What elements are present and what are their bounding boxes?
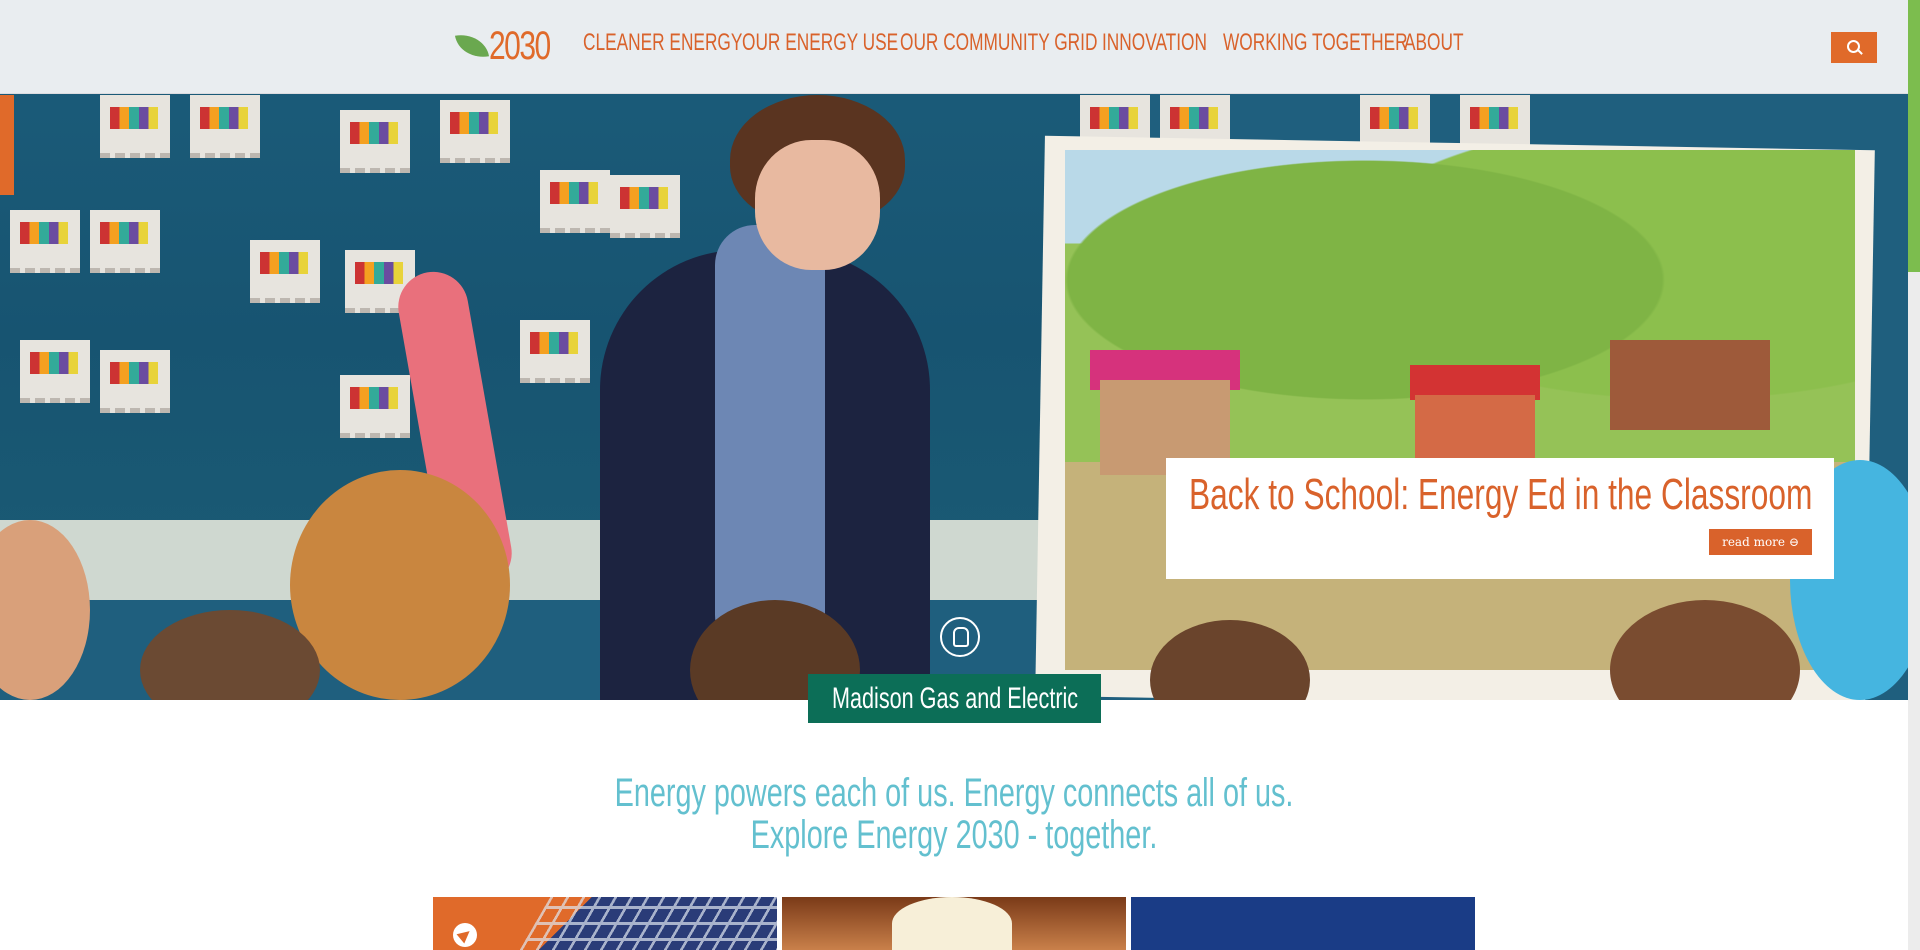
top-navigation-bar: 2030 CLEANER ENERGY OUR ENERGY USE OUR C… (0, 0, 1908, 94)
student-artwork (90, 210, 160, 273)
search-button[interactable] (1831, 32, 1877, 63)
site-logo[interactable]: 2030 (454, 24, 570, 68)
student-artwork (20, 340, 90, 403)
feature-tile-sky[interactable] (1131, 897, 1475, 950)
diorama-building (1610, 340, 1770, 430)
nav-about[interactable]: ABOUT (1404, 26, 1464, 60)
student (140, 610, 320, 700)
logo-text: 2030 (489, 24, 551, 68)
hero-image (0, 0, 1908, 700)
nav-working-together[interactable]: WORKING TOGETHER (1223, 26, 1408, 60)
student-artwork (340, 375, 410, 438)
tagline: Energy powers each of us. Energy connect… (0, 772, 1908, 856)
read-more-button[interactable]: read more ⊖ (1709, 529, 1812, 555)
student-artwork (520, 320, 590, 383)
brand-name: Madison Gas and Electric (832, 682, 1079, 715)
feature-tile-home[interactable] (782, 897, 1126, 950)
student-artwork (100, 350, 170, 413)
solar-panel-image (515, 897, 777, 950)
student-artwork (190, 95, 260, 158)
student-artwork (540, 170, 610, 233)
classroom-shelf (0, 520, 1100, 600)
scroll-indicator[interactable] (1908, 0, 1920, 272)
tagline-line-2: Explore Energy 2030 - together. (750, 813, 1158, 857)
student-artwork (340, 110, 410, 173)
featured-story-card: Back to School: Energy Ed in the Classro… (1166, 458, 1834, 579)
nav-our-community-grid[interactable]: OUR COMMUNITY GRID (900, 26, 1097, 60)
teacher-scarf (715, 225, 825, 655)
student-artwork (610, 175, 680, 238)
wall-decoration (0, 95, 14, 195)
feature-tile-solar[interactable] (433, 897, 777, 950)
featured-story-title[interactable]: Back to School: Energy Ed in the Classro… (1189, 470, 1812, 520)
student-artwork (440, 100, 510, 163)
student-artwork (250, 240, 320, 303)
student (290, 470, 510, 700)
paper-plane-icon (453, 923, 477, 947)
teacher-face (755, 140, 880, 270)
nav-our-energy-use[interactable]: OUR ENERGY USE (742, 26, 898, 60)
leaf-icon (454, 30, 490, 62)
student-artwork (10, 210, 80, 273)
nav-cleaner-energy[interactable]: CLEANER ENERGY (583, 26, 742, 60)
lamp-image (892, 897, 1012, 950)
nav-innovation[interactable]: INNOVATION (1102, 26, 1207, 60)
scrollbar-track[interactable] (1908, 272, 1920, 950)
brand-badge: Madison Gas and Electric (808, 674, 1101, 723)
tagline-line-1: Energy powers each of us. Energy connect… (614, 771, 1294, 815)
hand-pointer-icon[interactable] (940, 617, 980, 657)
student-artwork (100, 95, 170, 158)
